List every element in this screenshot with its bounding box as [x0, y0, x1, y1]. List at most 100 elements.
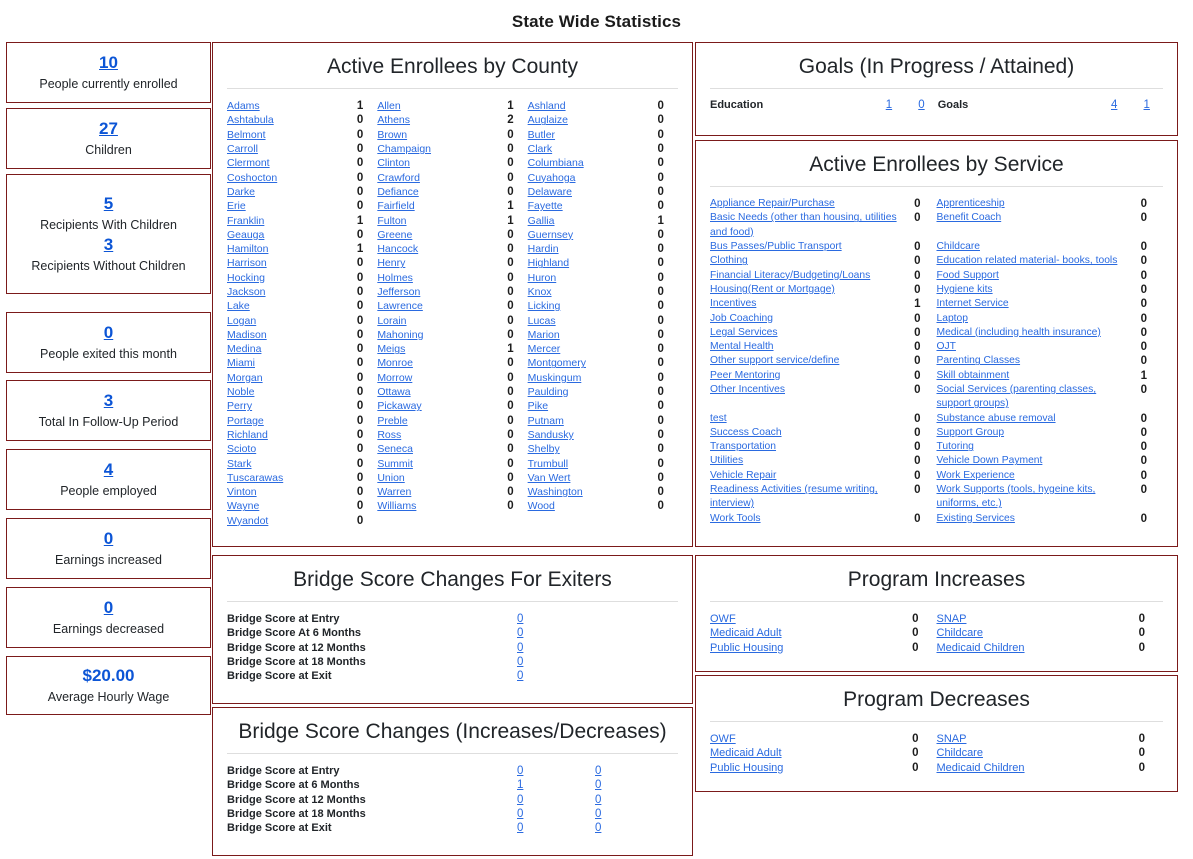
service-link[interactable]: Incentives — [710, 297, 914, 311]
county-link[interactable]: Fairfield — [377, 199, 507, 213]
county-link[interactable]: Van Wert — [528, 471, 658, 485]
county-link[interactable]: Scioto — [227, 442, 357, 456]
county-link[interactable]: Seneca — [377, 442, 507, 456]
county-link[interactable]: Tuscarawas — [227, 471, 357, 485]
county-link[interactable]: Morgan — [227, 371, 357, 385]
bridge-score-decrease-link[interactable]: 0 — [595, 778, 673, 792]
bridge-score-decrease-link[interactable]: 0 — [595, 793, 673, 807]
bridge-score-increase-link[interactable]: 1 — [517, 778, 595, 792]
stat-value-link[interactable]: 3 — [7, 390, 210, 413]
county-link[interactable]: Allen — [377, 99, 507, 113]
program-link[interactable]: Medicaid Children — [937, 641, 1139, 655]
county-link[interactable]: Washington — [528, 485, 658, 499]
county-link[interactable]: Champaign — [377, 142, 507, 156]
service-link[interactable]: Financial Literacy/Budgeting/Loans — [710, 269, 914, 283]
stat-value-link[interactable]: 5 — [7, 193, 210, 216]
county-link[interactable]: Crawford — [377, 171, 507, 185]
county-link[interactable]: Richland — [227, 428, 357, 442]
service-link[interactable]: Mental Health — [710, 340, 914, 354]
bridge-score-value-link[interactable]: 0 — [517, 655, 595, 669]
county-link[interactable]: Fayette — [528, 199, 658, 213]
county-link[interactable]: Logan — [227, 314, 357, 328]
service-link[interactable]: Work Experience — [937, 469, 1141, 483]
county-link[interactable]: Pike — [528, 399, 658, 413]
county-link[interactable]: Brown — [377, 128, 507, 142]
county-link[interactable]: Defiance — [377, 185, 507, 199]
service-link[interactable]: Transportation — [710, 440, 914, 454]
bridge-score-increase-link[interactable]: 0 — [517, 821, 595, 835]
bridge-score-value-link[interactable]: 0 — [517, 626, 595, 640]
county-link[interactable]: Shelby — [528, 442, 658, 456]
county-link[interactable]: Marion — [528, 328, 658, 342]
county-link[interactable]: Cuyahoga — [528, 171, 658, 185]
goal-attained-link[interactable]: 0 — [905, 99, 938, 111]
county-link[interactable]: Mercer — [528, 342, 658, 356]
county-link[interactable]: Noble — [227, 385, 357, 399]
county-link[interactable]: Madison — [227, 328, 357, 342]
service-link[interactable]: Apprenticeship — [937, 197, 1141, 211]
service-link[interactable]: Education related material- books, tools — [937, 254, 1141, 268]
county-link[interactable]: Butler — [528, 128, 658, 142]
bridge-score-value-link[interactable]: 0 — [517, 612, 595, 626]
service-link[interactable]: Social Services (parenting classes, supp… — [937, 383, 1141, 412]
county-link[interactable]: Jefferson — [377, 285, 507, 299]
county-link[interactable]: Clinton — [377, 156, 507, 170]
bridge-score-decrease-link[interactable]: 0 — [595, 821, 673, 835]
service-link[interactable]: Benefit Coach — [937, 211, 1141, 225]
service-link[interactable]: Work Tools — [710, 512, 914, 526]
service-link[interactable]: Vehicle Down Payment — [937, 454, 1141, 468]
program-link[interactable]: SNAP — [937, 612, 1139, 626]
county-link[interactable]: Muskingum — [528, 371, 658, 385]
stat-value-link[interactable]: 10 — [7, 52, 210, 75]
county-link[interactable]: Darke — [227, 185, 357, 199]
county-link[interactable]: Auglaize — [528, 113, 658, 127]
county-link[interactable]: Union — [377, 471, 507, 485]
service-link[interactable]: Existing Services — [937, 512, 1141, 526]
county-link[interactable]: Geauga — [227, 228, 357, 242]
county-link[interactable]: Lorain — [377, 314, 507, 328]
stat-value-link[interactable]: 3 — [7, 234, 210, 257]
county-link[interactable]: Hocking — [227, 271, 357, 285]
bridge-score-increase-link[interactable]: 0 — [517, 764, 595, 778]
county-link[interactable]: Ross — [377, 428, 507, 442]
county-link[interactable]: Hardin — [528, 242, 658, 256]
service-link[interactable]: Job Coaching — [710, 312, 914, 326]
service-link[interactable]: Appliance Repair/Purchase — [710, 197, 914, 211]
service-link[interactable]: Food Support — [937, 269, 1141, 283]
service-link[interactable]: Parenting Classes — [937, 354, 1141, 368]
program-link[interactable]: Medicaid Children — [937, 761, 1139, 775]
service-link[interactable]: Work Supports (tools, hygeine kits, unif… — [937, 483, 1141, 512]
service-link[interactable]: OJT — [937, 340, 1141, 354]
county-link[interactable]: Holmes — [377, 271, 507, 285]
service-link[interactable]: Utilities — [710, 454, 914, 468]
program-link[interactable]: Public Housing — [710, 761, 912, 775]
stat-value-link[interactable]: 0 — [7, 322, 210, 345]
county-link[interactable]: Monroe — [377, 356, 507, 370]
county-link[interactable]: Medina — [227, 342, 357, 356]
county-link[interactable]: Williams — [377, 499, 507, 513]
county-link[interactable]: Athens — [377, 113, 507, 127]
county-link[interactable]: Fulton — [377, 214, 507, 228]
county-link[interactable]: Henry — [377, 256, 507, 270]
program-link[interactable]: Childcare — [937, 746, 1139, 760]
county-link[interactable]: Morrow — [377, 371, 507, 385]
service-link[interactable]: Childcare — [937, 240, 1141, 254]
county-link[interactable]: Perry — [227, 399, 357, 413]
program-link[interactable]: OWF — [710, 612, 912, 626]
bridge-score-decrease-link[interactable]: 0 — [595, 764, 673, 778]
service-link[interactable]: Support Group — [937, 426, 1141, 440]
county-link[interactable]: Gallia — [528, 214, 658, 228]
county-link[interactable]: Summit — [377, 457, 507, 471]
service-link[interactable]: Laptop — [937, 312, 1141, 326]
service-link[interactable]: Bus Passes/Public Transport — [710, 240, 914, 254]
county-link[interactable]: Meigs — [377, 342, 507, 356]
program-link[interactable]: Medicaid Adult — [710, 746, 912, 760]
county-link[interactable]: Carroll — [227, 142, 357, 156]
service-link[interactable]: Basic Needs (other than housing, utiliti… — [710, 211, 914, 240]
bridge-score-increase-link[interactable]: 0 — [517, 807, 595, 821]
county-link[interactable]: Greene — [377, 228, 507, 242]
program-link[interactable]: Public Housing — [710, 641, 912, 655]
county-link[interactable]: Licking — [528, 299, 658, 313]
bridge-score-increase-link[interactable]: 0 — [517, 793, 595, 807]
county-link[interactable]: Clermont — [227, 156, 357, 170]
